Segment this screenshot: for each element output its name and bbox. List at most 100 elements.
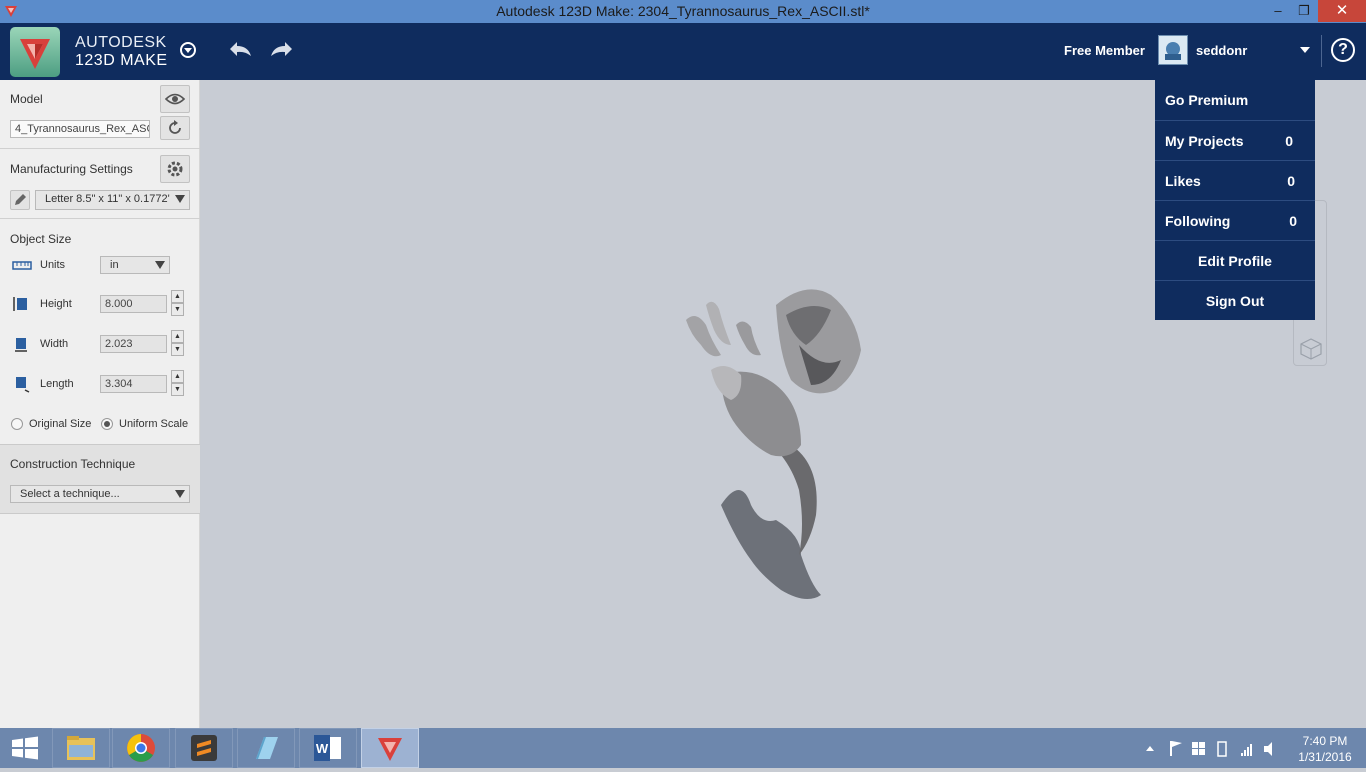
windows-start-icon[interactable]	[10, 736, 40, 760]
chevron-down-icon	[175, 490, 185, 498]
brand-autodesk: AUTODESK	[75, 34, 167, 51]
separator	[0, 218, 200, 219]
edit-profile-item[interactable]: Edit Profile	[1155, 240, 1315, 280]
width-increment-button[interactable]: ▲	[171, 330, 184, 343]
my-projects-count: 0	[1285, 133, 1293, 149]
app-header: AUTODESK 123D MAKE Free Member seddonr ?	[0, 23, 1366, 80]
width-stepper[interactable]: ▲ ▼	[171, 330, 184, 356]
width-decrement-button[interactable]: ▼	[171, 343, 184, 356]
uniform-scale-label[interactable]: Uniform Scale	[119, 418, 188, 430]
height-label: Height	[40, 298, 72, 310]
length-label: Length	[40, 378, 74, 390]
chrome-icon	[127, 734, 155, 762]
taskbar-file-explorer[interactable]	[52, 728, 110, 768]
minimize-button[interactable]: –	[1264, 0, 1292, 22]
app-menu-button[interactable]	[180, 42, 196, 58]
my-projects-item[interactable]: My Projects 0	[1155, 120, 1315, 160]
edit-material-button[interactable]	[10, 190, 30, 210]
go-premium-label: Go Premium	[1165, 92, 1249, 108]
original-size-radio[interactable]	[11, 418, 23, 430]
t-rex-model[interactable]	[681, 275, 881, 615]
manufacturing-settings-label: Manufacturing Settings	[10, 162, 133, 176]
model-file-field[interactable]: 4_Tyrannosaurus_Rex_ASC	[10, 120, 150, 138]
help-button[interactable]: ?	[1331, 38, 1355, 62]
word-icon: W	[314, 735, 341, 761]
units-dropdown[interactable]: in	[100, 256, 170, 274]
manufacturing-settings-button[interactable]	[160, 155, 190, 183]
folder-icon	[67, 736, 95, 760]
avatar[interactable]	[1158, 35, 1188, 65]
length-input[interactable]: 3.304	[100, 375, 167, 393]
notepad-icon	[256, 737, 278, 759]
go-premium-item[interactable]: Go Premium	[1155, 80, 1315, 120]
ruler-icon	[12, 261, 32, 270]
length-box-icon	[16, 377, 30, 393]
sublime-text-icon	[191, 735, 217, 761]
height-increment-button[interactable]: ▲	[171, 290, 184, 303]
material-dropdown-value: Letter 8.5" x 11" x 0.1772'	[45, 193, 170, 205]
following-label: Following	[1165, 213, 1231, 229]
length-decrement-button[interactable]: ▼	[171, 383, 184, 396]
brand-product: 123D MAKE	[75, 52, 168, 69]
windows-taskbar: W 7:40 PM 1/31/2016	[0, 728, 1366, 768]
header-divider	[1321, 35, 1322, 67]
units-label: Units	[40, 259, 66, 271]
construction-technique-label: Construction Technique	[10, 457, 136, 471]
units-dropdown-value: in	[110, 259, 119, 271]
taskbar-notepad[interactable]	[237, 728, 295, 768]
length-increment-button[interactable]: ▲	[171, 370, 184, 383]
svg-text:W: W	[316, 741, 329, 756]
reload-model-button[interactable]	[160, 116, 190, 140]
sign-out-label: Sign Out	[1205, 293, 1265, 309]
user-menu: Go Premium My Projects 0 Likes 0 Followi…	[1155, 80, 1315, 320]
pencil-icon	[15, 194, 26, 205]
original-size-label[interactable]: Original Size	[29, 418, 91, 430]
gear-icon	[167, 161, 183, 177]
edit-profile-label: Edit Profile	[1198, 253, 1272, 269]
width-input[interactable]: 2.023	[100, 335, 167, 353]
uniform-scale-radio[interactable]	[101, 418, 113, 430]
separator	[0, 148, 200, 149]
restore-button[interactable]: ❐	[1290, 0, 1318, 22]
length-stepper[interactable]: ▲ ▼	[171, 370, 184, 396]
height-decrement-button[interactable]: ▼	[171, 303, 184, 316]
caret-down-icon[interactable]	[1298, 45, 1312, 55]
system-tray-icons[interactable]	[1140, 736, 1280, 760]
123d-make-icon	[378, 738, 402, 761]
undo-icon[interactable]	[226, 37, 254, 63]
likes-item[interactable]: Likes 0	[1155, 160, 1315, 200]
username[interactable]: seddonr	[1196, 43, 1247, 58]
construction-technique-dropdown[interactable]: Select a technique...	[10, 485, 190, 503]
my-projects-label: My Projects	[1165, 133, 1244, 149]
membership-label[interactable]: Free Member	[1064, 43, 1145, 58]
taskbar-sublime-text[interactable]	[175, 728, 233, 768]
following-item[interactable]: Following 0	[1155, 200, 1315, 240]
chevron-down-icon	[175, 195, 185, 203]
redo-icon[interactable]	[268, 37, 296, 63]
construction-technique-placeholder: Select a technique...	[20, 488, 120, 500]
likes-count: 0	[1287, 173, 1295, 189]
eye-icon	[164, 93, 186, 105]
view-model-button[interactable]	[160, 85, 190, 113]
clock-time: 7:40 PM	[1302, 734, 1348, 748]
material-dropdown[interactable]: Letter 8.5" x 11" x 0.1772'	[35, 190, 190, 210]
taskbar-123d-make[interactable]	[361, 728, 419, 768]
sign-out-item[interactable]: Sign Out	[1155, 280, 1315, 320]
chevron-down-icon	[155, 261, 165, 269]
taskbar-word[interactable]: W	[299, 728, 357, 768]
taskbar-chrome[interactable]	[112, 728, 170, 768]
width-box-icon	[15, 338, 27, 352]
close-button[interactable]: ✕	[1318, 0, 1366, 22]
left-panel: Model 4_Tyrannosaurus_Rex_ASC Manufactur…	[0, 80, 200, 728]
window-titlebar: Autodesk 123D Make: 2304_Tyrannosaurus_R…	[0, 0, 1366, 23]
app-logo[interactable]	[10, 27, 60, 77]
construction-technique-section: Construction Technique Select a techniqu…	[0, 444, 200, 514]
height-box-icon	[13, 297, 27, 311]
chevron-down-icon	[184, 48, 192, 53]
height-stepper[interactable]: ▲ ▼	[171, 290, 184, 316]
system-clock[interactable]: 7:40 PM 1/31/2016	[1290, 733, 1360, 765]
height-input[interactable]: 8.000	[100, 295, 167, 313]
123d-make-logo-icon	[20, 39, 50, 69]
window-title: Autodesk 123D Make: 2304_Tyrannosaurus_R…	[496, 3, 870, 19]
object-size-label: Object Size	[10, 232, 72, 246]
